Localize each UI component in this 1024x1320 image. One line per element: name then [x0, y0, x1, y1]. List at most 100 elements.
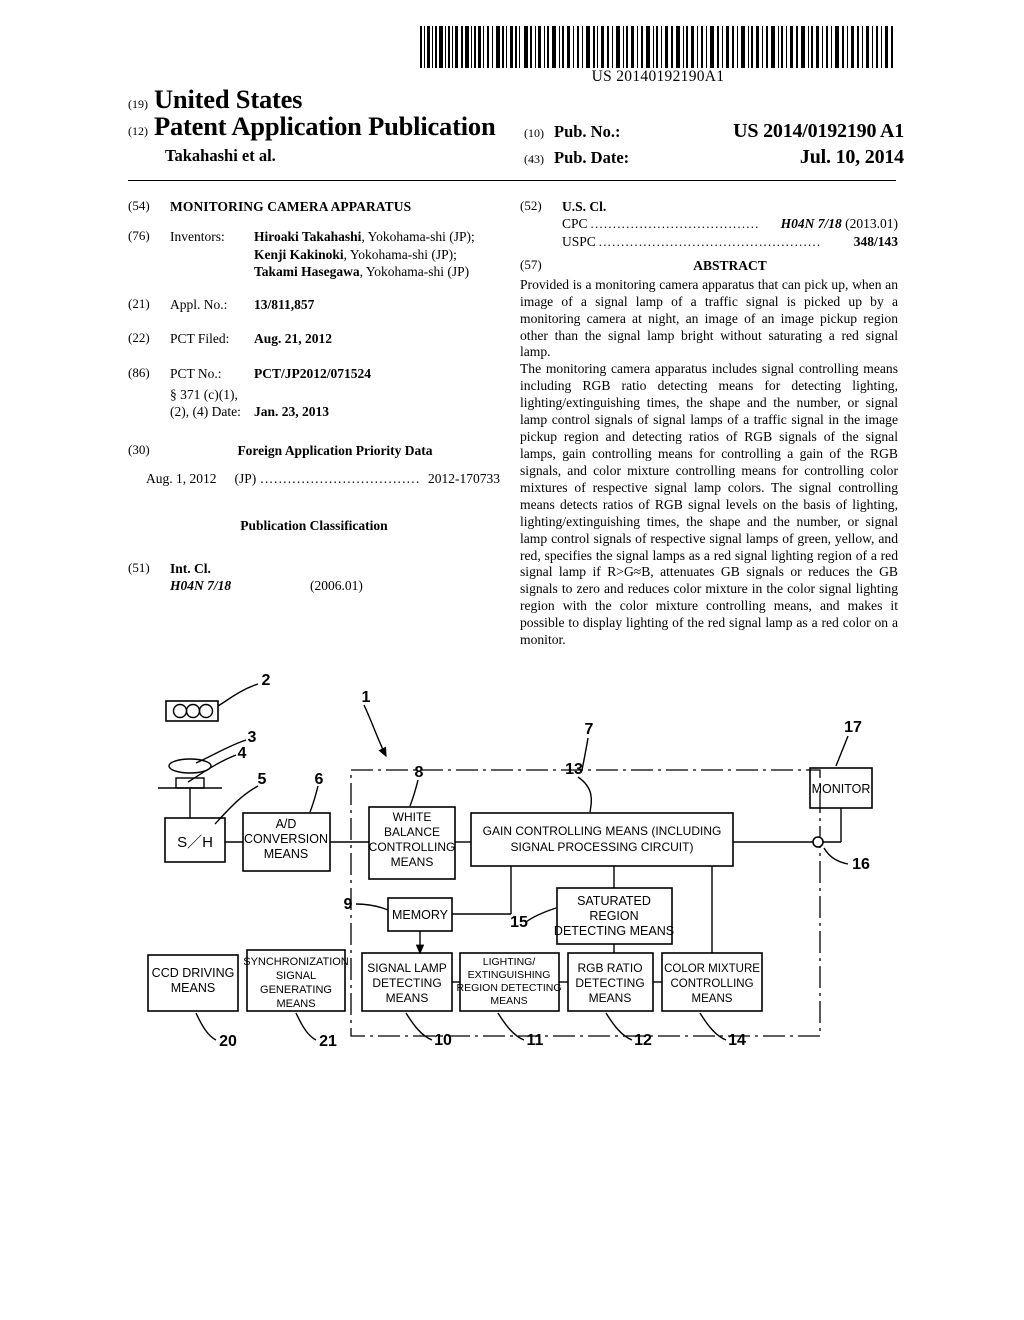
uspc-label: USPC	[562, 233, 596, 249]
pub-no-row: (10) Pub. No.: US 2014/0192190 A1	[524, 120, 904, 143]
block-diagram-figure: S／H A/D CONVERSION MEANS WHITE BALANCE C…	[0, 660, 1024, 1080]
label-ad-line1: A/D	[276, 817, 297, 831]
inventors-row: (76) Inventors: Hiroaki Takahashi, Yokoh…	[128, 228, 500, 280]
leader-2	[217, 683, 259, 707]
inventor-entry: Takami Hasegawa, Yokohama-shi (JP)	[254, 263, 500, 280]
section-371-date-value: Jan. 23, 2013	[254, 404, 330, 420]
ref-numeral-7: 7	[585, 721, 594, 738]
leader-17	[835, 735, 849, 767]
header-divider	[128, 180, 896, 181]
inventor-residence: , Yokohama-shi (JP)	[359, 263, 470, 279]
label-colormix-line1: COLOR MIXTURE	[664, 963, 760, 975]
label-lighting-line2: EXTINGUISHING	[468, 969, 551, 981]
label-saturated-line2: REGION	[589, 909, 638, 923]
leader-16	[823, 847, 849, 865]
inventors-label: Inventors:	[170, 229, 225, 245]
label-sync-line3: GENERATING	[260, 984, 332, 996]
priority-date: Aug. 1, 2012	[146, 470, 217, 486]
code-76: (76)	[128, 228, 150, 244]
ref-numeral-17: 17	[844, 719, 862, 736]
us-cl-label: U.S. Cl.	[562, 199, 607, 214]
ref-numeral-12: 12	[634, 1032, 652, 1049]
leader-6	[309, 785, 319, 813]
inventor-residence: , Yokohama-shi (JP);	[361, 229, 475, 245]
ref-numeral-20: 20	[219, 1033, 237, 1050]
abstract-heading-row: (57) ABSTRACT	[520, 257, 898, 274]
ref-numeral-10: 10	[434, 1032, 452, 1049]
label-sync-line1: SYNCHRONIZATION	[243, 956, 349, 968]
code-52: (52)	[520, 198, 542, 213]
priority-entry: Aug. 1, 2012 (JP) ......................…	[146, 470, 500, 487]
abstract-paragraph: Provided is a monitoring camera apparatu…	[520, 276, 898, 360]
traffic-signal-lamp	[198, 703, 214, 719]
section-371-labels: § 371 (c)(1), (2), (4) Date:	[170, 386, 254, 421]
leader-21	[295, 1012, 317, 1041]
pct-filed-label: PCT Filed:	[170, 331, 230, 347]
ref-numeral-11: 11	[527, 1032, 544, 1049]
pub-no-value: US 2014/0192190 A1	[733, 120, 904, 142]
inventor-name: Kenji Kakinoki	[254, 246, 344, 262]
uspc-value: 348/143	[853, 233, 898, 249]
traffic-signal-lamp	[185, 703, 201, 719]
label-lighting-line1: LIGHTING/	[483, 956, 536, 968]
ref-numeral-5: 5	[258, 771, 267, 788]
section-371-date: Jan. 23, 2013	[254, 403, 500, 420]
appl-no-label: Appl. No.:	[170, 297, 228, 313]
applicant-name: Takahashi et al.	[165, 146, 276, 165]
bibliographic-right-column: (52) U.S. Cl. CPC ......................…	[520, 198, 898, 649]
priority-country: (JP)	[234, 470, 257, 486]
pub-date-value: Jul. 10, 2014	[799, 146, 904, 168]
label-sh: S／H	[177, 834, 213, 851]
publication-type-line: (12) Patent Application Publication	[128, 111, 496, 141]
ref-numeral-14: 14	[728, 1032, 746, 1049]
cpc-label: CPC	[562, 216, 588, 232]
ref-numeral-6: 6	[315, 771, 324, 788]
ref-numeral-15: 15	[510, 914, 528, 931]
leader-1	[363, 704, 387, 758]
label-monitor: MONITOR	[812, 782, 871, 796]
label-lighting-line3: REGION DETECTING	[456, 982, 561, 994]
united-states-line: (19) United States	[128, 84, 303, 114]
code-22: (22)	[128, 330, 150, 346]
leader-8	[409, 779, 419, 807]
label-gain-line1: GAIN CONTROLLING MEANS (INCLUDING	[483, 824, 722, 838]
int-cl-version: (2006.01)	[310, 578, 363, 594]
country-name: United States	[154, 84, 303, 114]
uspc-leader-dots: ........................................…	[598, 233, 822, 249]
label-colormix-line3: MEANS	[692, 993, 733, 1005]
ref-numeral-4: 4	[238, 745, 247, 762]
priority-heading-row: (30) Foreign Application Priority Data	[128, 442, 500, 459]
abstract-text: Provided is a monitoring camera apparatu…	[520, 277, 898, 649]
spacer-371	[128, 386, 170, 421]
label-wb-line3: CONTROLLING	[369, 840, 456, 854]
cpc-row: CPC ....................................…	[562, 215, 898, 233]
ref-numeral-16: 16	[852, 856, 870, 873]
label-wb-line1: WHITE	[393, 810, 432, 824]
label-ccd-line2: MEANS	[171, 981, 215, 995]
label-wb-line4: MEANS	[391, 855, 434, 869]
label-memory: MEMORY	[392, 908, 449, 922]
pct-filed-row: (22) PCT Filed: Aug. 21, 2012	[128, 330, 500, 347]
label-wb-line2: BALANCE	[384, 825, 440, 839]
abstract-heading: ABSTRACT	[693, 257, 767, 273]
label-gain-line2: SIGNAL PROCESSING CIRCUIT)	[511, 840, 694, 854]
label-siglamp-line3: MEANS	[386, 991, 429, 1005]
inventors-list: Hiroaki Takahashi, Yokohama-shi (JP); Ke…	[254, 228, 500, 280]
bibliographic-left-column: (54) MONITORING CAMERA APPARATUS (76) In…	[128, 198, 500, 608]
uspc-row: USPC ...................................…	[562, 233, 898, 251]
priority-number: 2012-170733	[428, 470, 500, 486]
pct-filed-value: Aug. 21, 2012	[254, 331, 333, 347]
header-right-block: (10) Pub. No.: US 2014/0192190 A1 (43) P…	[524, 120, 904, 172]
label-sync-line4: MEANS	[276, 998, 315, 1010]
pub-no-label: Pub. No.:	[554, 122, 621, 141]
code-51: (51)	[128, 560, 150, 576]
cpc-value-group: H04N 7/18 (2013.01)	[781, 215, 898, 232]
int-cl-block: Int. Cl. H04N 7/18 (2006.01)	[170, 560, 500, 595]
ref-numeral-3: 3	[248, 729, 257, 746]
document-type: Patent Application Publication	[154, 111, 496, 141]
ref-numeral-13: 13	[565, 761, 583, 778]
pub-date-row: (43) Pub. Date: Jul. 10, 2014	[524, 146, 904, 169]
leader-13	[577, 776, 593, 813]
barcode	[420, 26, 896, 68]
code-10: (10)	[524, 126, 544, 140]
